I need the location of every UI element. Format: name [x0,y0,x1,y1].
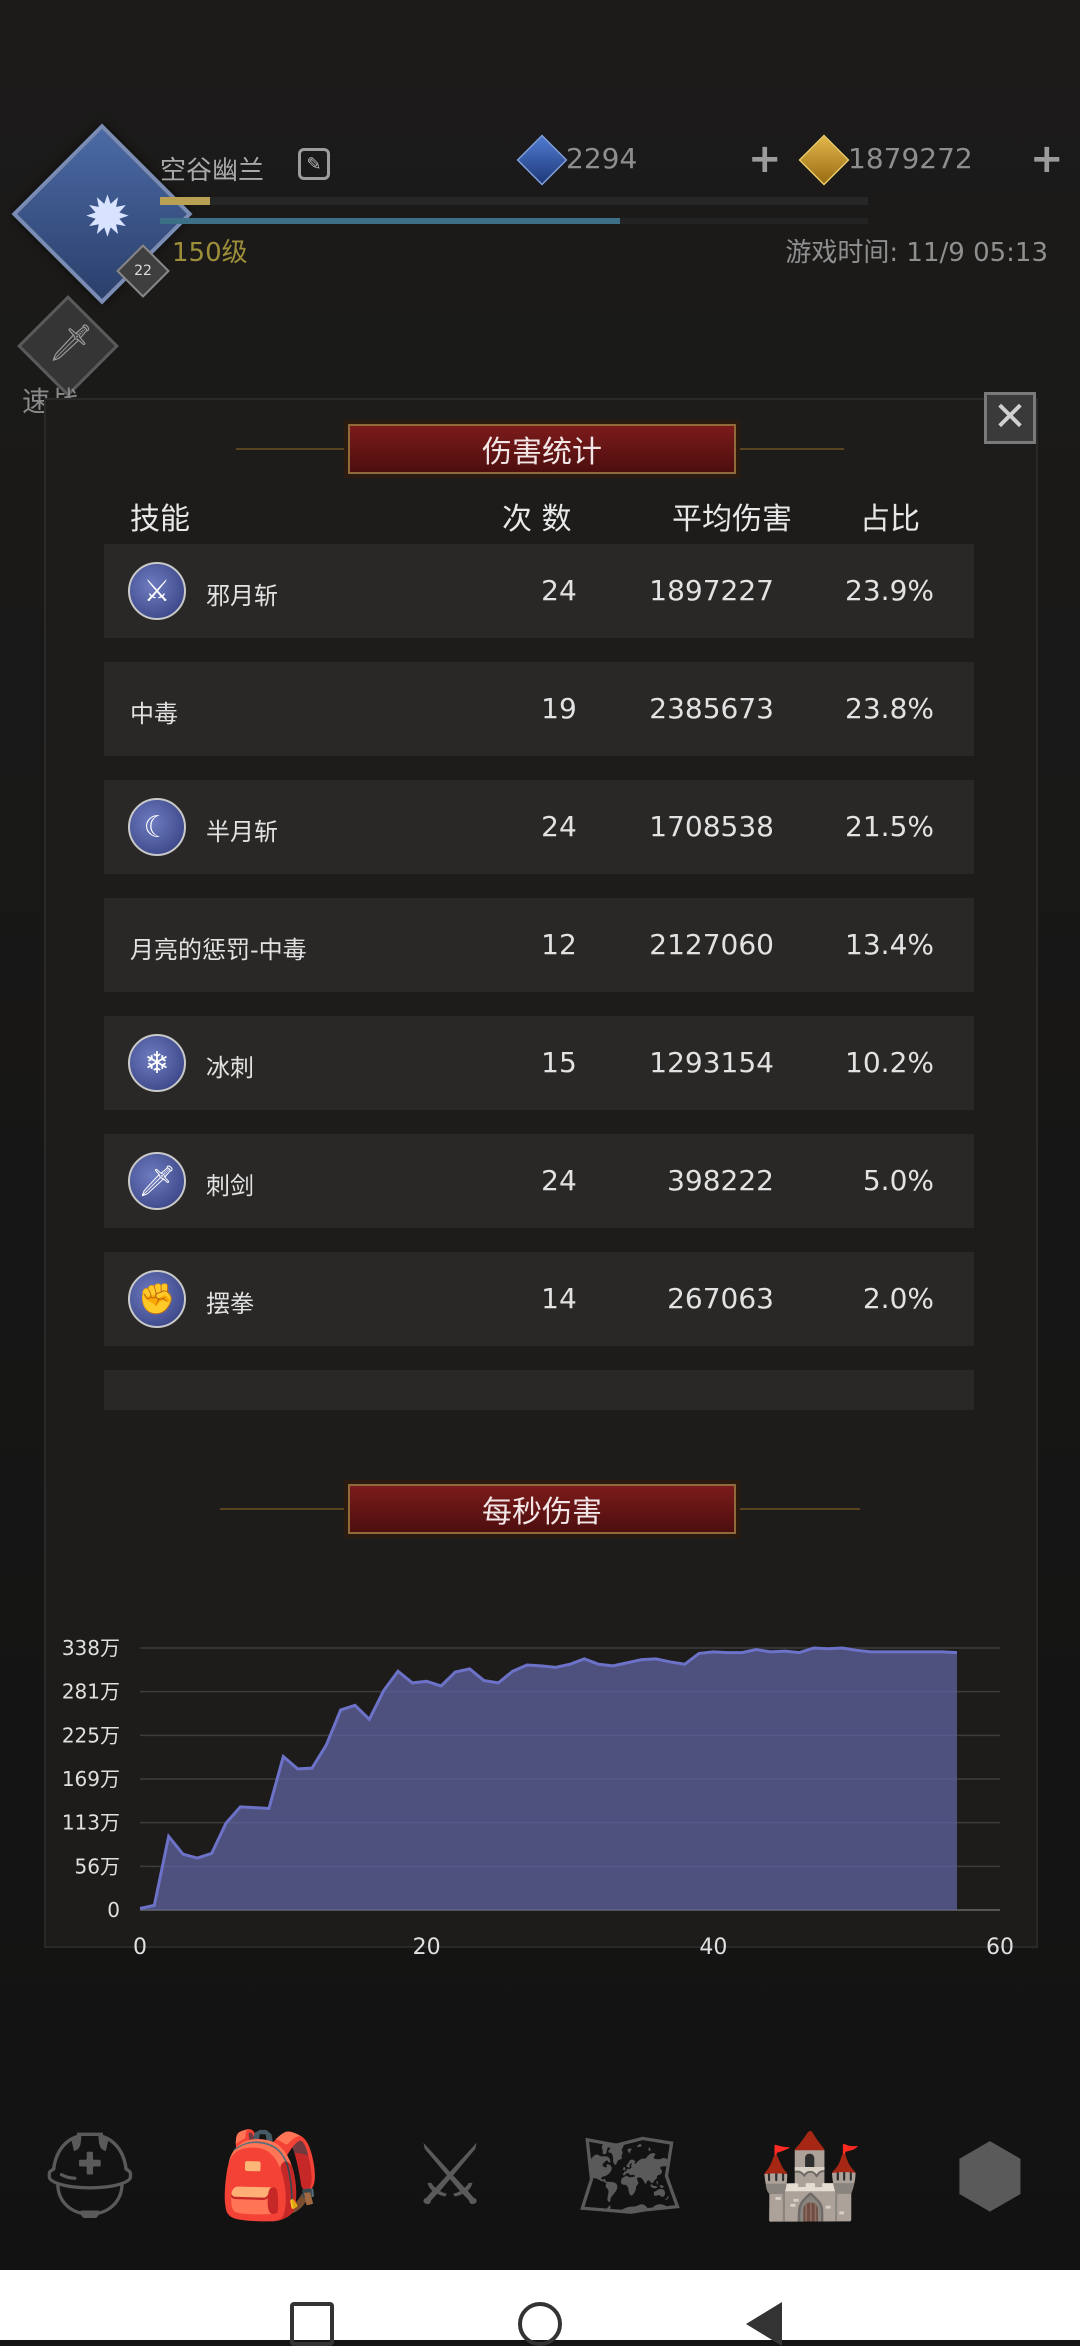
y-tick-label: 56万 [75,1854,120,1878]
y-tick-label: 113万 [62,1811,120,1835]
modal-title: 伤害统计 [348,424,736,474]
edit-name-icon[interactable]: ✎ [298,148,330,180]
recent-apps-icon[interactable] [290,2302,334,2346]
cube-icon: ⬢ [953,2126,1027,2224]
y-tick-label: 0 [107,1898,120,1922]
y-tick-label: 338万 [62,1636,120,1660]
ice-spike-icon: ❄ [128,1034,186,1092]
add-blue-gem-button[interactable]: + [748,136,782,182]
currency-blue-gem: 2294 + [516,134,798,186]
header-avg-damage: 平均伤害 [672,502,792,537]
dps-title: 每秒伤害 [348,1484,736,1534]
table-row: ✊ 摆拳 14 267063 2.0% [104,1252,974,1346]
backpack-icon: 🎒 [217,2125,323,2224]
sword-icon: ⚔ [128,562,186,620]
nav-cube[interactable]: ⬢ [935,2115,1045,2235]
nav-helmet[interactable]: ⛑ [35,2115,145,2235]
bottom-navigation: ⛑ 🎒 ⚔ 🗺 🏰 ⬢ [0,2080,1080,2270]
y-tick-label: 281万 [62,1680,120,1704]
add-gold-gem-button[interactable]: + [1030,136,1064,182]
fist-icon: ✊ [128,1270,186,1328]
player-level: 150级 [172,238,248,268]
table-row: 🗡 刺剑 24 398222 5.0% [104,1134,974,1228]
skill-table: ⚔ 邪月斩 24 1897227 23.9% 中毒 19 2385673 23.… [104,544,974,1370]
progress-bar [160,218,868,224]
sword-icon: 🗡 [128,1152,186,1210]
exp-bar [160,197,868,205]
table-row: ❄ 冰刺 15 1293154 10.2% [104,1016,974,1110]
table-row: ⚔ 邪月斩 24 1897227 23.9% [104,544,974,638]
map-icon: 🗺 [576,2125,684,2224]
back-icon[interactable] [746,2302,782,2346]
top-bar: ✹ 22 空谷幽兰 ✎ 150级 游戏时间: 11/9 05:13 2294 +… [0,0,1080,440]
close-button[interactable]: ✕ [984,392,1036,444]
table-row: 中毒 19 2385673 23.8% [104,662,974,756]
dps-chart: 0 56万 113万 169万 225万 281万 338万 0 20 40 60 [62,1636,1014,1960]
blue-gem-icon [516,134,568,186]
game-time: 游戏时间: 11/9 05:13 [785,238,1048,268]
quick-battle-button[interactable]: 🗡 速战 [16,295,119,418]
header-skill: 技能 [130,502,190,537]
avatar[interactable]: ✹ [70,180,145,255]
table-row: ☾ 半月斩 24 1708538 21.5% [104,780,974,874]
sword-icon: 🗡 [48,323,94,364]
currency-gold-gem: 1879272 + [798,134,1080,186]
x-tick-label: 20 [413,1935,441,1960]
nav-battle[interactable]: ⚔ [395,2115,505,2235]
player-name: 空谷幽兰 [160,156,265,186]
nav-map[interactable]: 🗺 [575,2115,685,2235]
table-row-partial [104,1370,974,1410]
table-row: 月亮的惩罚-中毒 12 2127060 13.4% [104,898,974,992]
helmet-icon: ⛑ [36,2125,144,2224]
crescent-icon: ☾ [128,798,186,856]
castle-icon: 🏰 [757,2125,863,2224]
x-tick-label: 40 [699,1935,727,1960]
nav-castle[interactable]: 🏰 [755,2115,865,2235]
nav-backpack[interactable]: 🎒 [215,2115,325,2235]
header-count: 次 数 [502,502,572,537]
sword-shield-icon: ⚔ [412,2126,488,2224]
x-tick-label: 60 [986,1935,1014,1960]
home-icon[interactable] [518,2302,562,2346]
x-tick-label: 0 [133,1935,147,1960]
y-tick-label: 225万 [62,1723,120,1747]
gold-gem-icon [798,134,850,186]
y-tick-label: 169万 [62,1767,120,1791]
header-percent: 占比 [860,502,920,537]
